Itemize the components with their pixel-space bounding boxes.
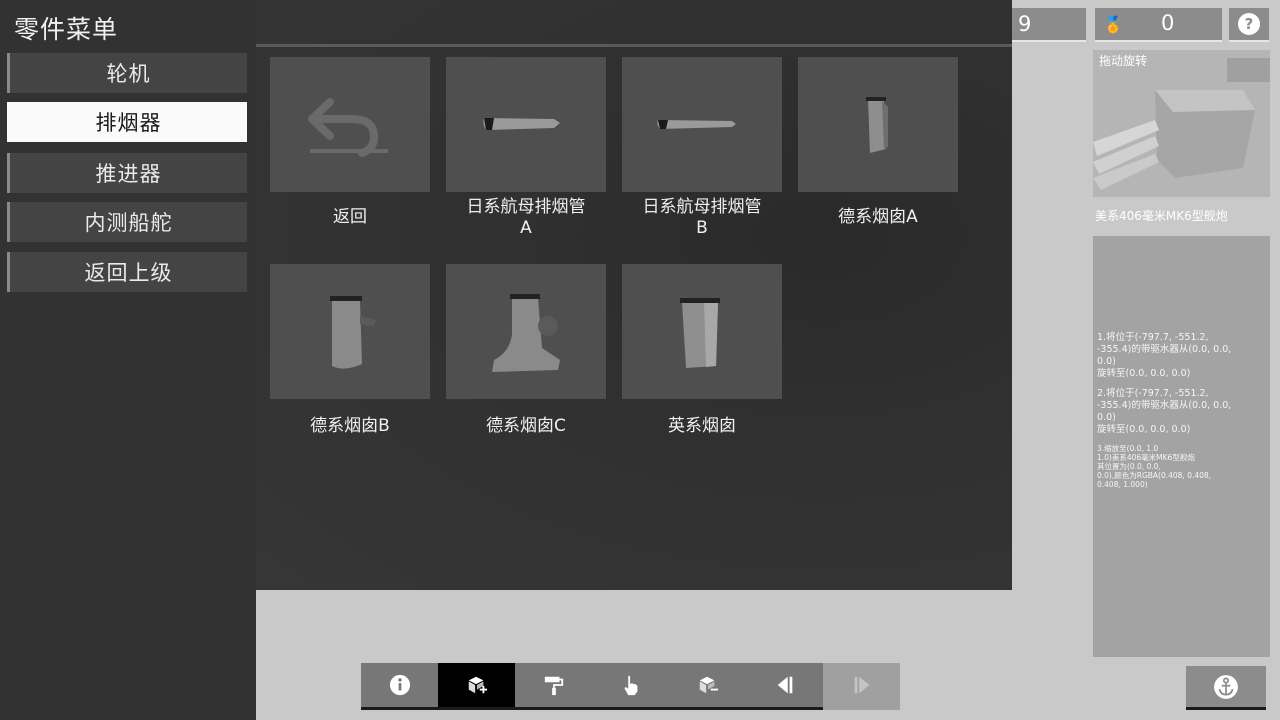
bottom-toolbar bbox=[361, 663, 900, 710]
japanese-carrier-exhaust-a-icon bbox=[483, 118, 560, 130]
parts-menu-title: 零件菜单 bbox=[14, 15, 119, 44]
part-label-jp-exhaust-a: 日系航母排烟管 A bbox=[466, 197, 586, 238]
part-tile-jp-exhaust-b[interactable] bbox=[622, 57, 782, 192]
part-label-de-funnel-b: 德系烟囱B bbox=[310, 416, 390, 436]
add-part-button[interactable] bbox=[438, 663, 515, 710]
resource-counter: 9 bbox=[1012, 8, 1086, 42]
hand-pointer-icon bbox=[624, 675, 637, 696]
part-preview-viewport[interactable]: 拖动旋转 bbox=[1093, 50, 1270, 197]
part-tile-jp-exhaust-a[interactable] bbox=[446, 57, 606, 192]
add-part-icon bbox=[468, 676, 487, 694]
german-funnel-c-icon bbox=[492, 294, 560, 372]
remove-part-icon bbox=[699, 676, 718, 694]
undo-button[interactable] bbox=[746, 663, 823, 710]
anchor-button[interactable] bbox=[1186, 666, 1266, 710]
medal-icon: 🏅 bbox=[1103, 15, 1123, 34]
sidebar-item-turbine[interactable]: 轮机 bbox=[7, 53, 247, 93]
part-tile-de-funnel-a[interactable] bbox=[798, 57, 958, 192]
part-tile-de-funnel-b[interactable] bbox=[270, 264, 430, 399]
log-entry-3: 3.缩放至(0.0, 1.0 1.0)美系406毫米MK6型舰炮 其位置为(0.… bbox=[1097, 444, 1212, 489]
japanese-carrier-exhaust-b-icon bbox=[657, 120, 736, 129]
drag-rotate-hint: 拖动旋转 bbox=[1099, 54, 1148, 68]
part-label-back: 返回 bbox=[333, 207, 367, 227]
help-button[interactable]: ? bbox=[1229, 8, 1269, 42]
german-funnel-b-icon bbox=[330, 296, 376, 369]
log-entry-1: 1.将位于(-797.7, -551.2, -355.4)的带驱水器从(0.0,… bbox=[1097, 332, 1232, 379]
part-label-uk-funnel: 英系烟囱 bbox=[668, 416, 736, 436]
help-icon: ? bbox=[1238, 13, 1260, 35]
sidebar-item-rudder-beta[interactable]: 内测船舵 bbox=[7, 202, 247, 242]
part-label-de-funnel-a: 德系烟囱A bbox=[838, 207, 918, 227]
anchor-icon bbox=[1214, 674, 1238, 699]
part-label-jp-exhaust-b: 日系航母排烟管 B bbox=[642, 197, 762, 238]
redo-button[interactable] bbox=[823, 663, 900, 710]
paint-button[interactable] bbox=[515, 663, 592, 710]
remove-part-button[interactable] bbox=[669, 663, 746, 710]
german-funnel-a-icon bbox=[866, 97, 888, 153]
resource-counter-value: 9 bbox=[1018, 12, 1032, 36]
medal-counter: 🏅 0 bbox=[1095, 8, 1222, 42]
sidebar-item-go-up[interactable]: 返回上级 bbox=[7, 252, 247, 292]
select-button[interactable] bbox=[592, 663, 669, 710]
undo-step-icon bbox=[777, 676, 792, 694]
part-tile-back[interactable] bbox=[270, 57, 430, 192]
sidebar-item-propeller[interactable]: 推进器 bbox=[7, 153, 247, 193]
part-tile-uk-funnel[interactable] bbox=[622, 264, 782, 399]
naval-gun-preview-model bbox=[1093, 58, 1270, 190]
panel-divider bbox=[256, 44, 1012, 47]
part-label-de-funnel-c: 德系烟囱C bbox=[486, 416, 566, 436]
back-arrow-icon bbox=[308, 98, 388, 157]
operation-log-panel[interactable]: 1.将位于(-797.7, -551.2, -355.4)的带驱水器从(0.0,… bbox=[1093, 236, 1270, 657]
british-funnel-icon bbox=[680, 298, 720, 368]
selected-part-name: 美系406毫米MK6型舰炮 bbox=[1095, 209, 1228, 223]
log-entry-2: 2.将位于(-797.7, -551.2, -355.4)的带驱水器从(0.0,… bbox=[1097, 388, 1232, 435]
sidebar-item-exhaust[interactable]: 排烟器 bbox=[7, 102, 247, 142]
info-button[interactable] bbox=[361, 663, 438, 710]
redo-step-icon bbox=[854, 676, 869, 694]
part-tile-de-funnel-c[interactable] bbox=[446, 264, 606, 399]
info-icon bbox=[389, 674, 410, 696]
medal-counter-value: 0 bbox=[1161, 11, 1175, 35]
paint-roller-icon bbox=[544, 676, 563, 696]
